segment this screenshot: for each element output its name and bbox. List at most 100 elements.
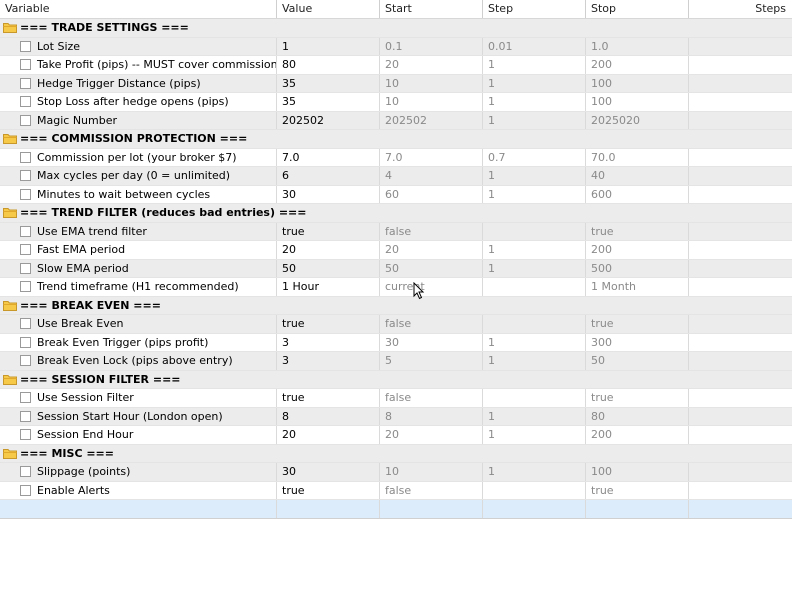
- parameter-stop[interactable]: true: [585, 315, 688, 333]
- parameter-row[interactable]: Session Start Hour (London open) 8 8 1 80: [0, 407, 792, 426]
- parameter-value[interactable]: 35: [276, 93, 379, 111]
- column-header-step[interactable]: Step: [482, 0, 585, 18]
- parameter-start[interactable]: 202502: [379, 111, 482, 129]
- group-row[interactable]: === BREAK EVEN ===: [0, 296, 792, 315]
- parameter-start[interactable]: 10: [379, 463, 482, 481]
- parameter-stop[interactable]: true: [585, 481, 688, 499]
- parameter-step[interactable]: 1: [482, 426, 585, 444]
- parameter-row[interactable]: Take Profit (pips) -- MUST cover commiss…: [0, 56, 792, 75]
- parameter-value[interactable]: true: [276, 315, 379, 333]
- parameter-step[interactable]: 1: [482, 167, 585, 185]
- parameter-value[interactable]: 20: [276, 426, 379, 444]
- parameter-stop[interactable]: true: [585, 389, 688, 407]
- parameter-start[interactable]: 5: [379, 352, 482, 370]
- parameter-row[interactable]: Trend timeframe (H1 recommended) 1 Hour cu…: [0, 278, 792, 297]
- parameter-row[interactable]: Minutes to wait between cycles 30 60 1 600: [0, 185, 792, 204]
- parameter-value[interactable]: 20: [276, 241, 379, 259]
- parameter-start[interactable]: false: [379, 222, 482, 240]
- parameter-stop[interactable]: 500: [585, 259, 688, 277]
- parameter-step[interactable]: 1: [482, 259, 585, 277]
- parameter-row[interactable]: Max cycles per day (0 = unlimited) 6 4 1 40: [0, 167, 792, 186]
- parameter-stop[interactable]: true: [585, 222, 688, 240]
- parameter-value[interactable]: 3: [276, 333, 379, 351]
- column-header-value[interactable]: Value: [276, 0, 379, 18]
- parameter-start[interactable]: 20: [379, 56, 482, 74]
- parameter-step[interactable]: 0.01: [482, 37, 585, 55]
- group-row[interactable]: === MISC ===: [0, 444, 792, 463]
- parameter-stop[interactable]: 40: [585, 167, 688, 185]
- parameter-step[interactable]: [482, 315, 585, 333]
- parameter-step[interactable]: 1: [482, 185, 585, 203]
- parameter-row[interactable]: Break Even Lock (pips above entry) 3 5 1 50: [0, 352, 792, 371]
- parameter-row[interactable]: Magic Number 202502 202502 1 2025020: [0, 111, 792, 130]
- parameter-value[interactable]: 1: [276, 37, 379, 55]
- parameter-stop[interactable]: 100: [585, 463, 688, 481]
- parameter-step[interactable]: 0.7: [482, 148, 585, 166]
- parameter-start[interactable]: 10: [379, 93, 482, 111]
- column-header-stop[interactable]: Stop: [585, 0, 688, 18]
- new-row-placeholder[interactable]: [0, 500, 792, 519]
- parameter-stop[interactable]: 300: [585, 333, 688, 351]
- column-header-variable[interactable]: Variable: [0, 0, 276, 18]
- parameter-step[interactable]: [482, 222, 585, 240]
- parameter-stop[interactable]: 100: [585, 93, 688, 111]
- parameter-row[interactable]: Use Break Even true false true: [0, 315, 792, 334]
- parameter-step[interactable]: 1: [482, 56, 585, 74]
- parameter-start[interactable]: false: [379, 315, 482, 333]
- parameter-step[interactable]: [482, 278, 585, 296]
- parameter-stop[interactable]: 80: [585, 407, 688, 425]
- parameter-row[interactable]: Hedge Trigger Distance (pips) 35 10 1 100: [0, 74, 792, 93]
- parameter-value[interactable]: 7.0: [276, 148, 379, 166]
- parameter-value[interactable]: 8: [276, 407, 379, 425]
- parameter-stop[interactable]: 200: [585, 426, 688, 444]
- group-row[interactable]: === COMMISSION PROTECTION ===: [0, 130, 792, 149]
- parameter-start[interactable]: 20: [379, 241, 482, 259]
- parameter-start[interactable]: 50: [379, 259, 482, 277]
- parameter-row[interactable]: Commission per lot (your broker $7) 7.0 7.…: [0, 148, 792, 167]
- parameter-value[interactable]: 6: [276, 167, 379, 185]
- parameter-start[interactable]: 7.0: [379, 148, 482, 166]
- parameter-row[interactable]: Fast EMA period 20 20 1 200: [0, 241, 792, 260]
- group-row[interactable]: === SESSION FILTER ===: [0, 370, 792, 389]
- parameter-step[interactable]: 1: [482, 241, 585, 259]
- parameter-step[interactable]: 1: [482, 407, 585, 425]
- parameter-start[interactable]: false: [379, 481, 482, 499]
- column-header-start[interactable]: Start: [379, 0, 482, 18]
- parameter-step[interactable]: 1: [482, 74, 585, 92]
- parameter-stop[interactable]: 2025020: [585, 111, 688, 129]
- parameter-value[interactable]: 80: [276, 56, 379, 74]
- parameter-row[interactable]: Slow EMA period 50 50 1 500: [0, 259, 792, 278]
- parameter-row[interactable]: Session End Hour 20 20 1 200: [0, 426, 792, 445]
- parameter-value[interactable]: 50: [276, 259, 379, 277]
- parameter-step[interactable]: [482, 389, 585, 407]
- parameter-start[interactable]: 0.1: [379, 37, 482, 55]
- parameter-start[interactable]: 4: [379, 167, 482, 185]
- group-row[interactable]: === TRADE SETTINGS ===: [0, 19, 792, 38]
- parameter-stop[interactable]: 1.0: [585, 37, 688, 55]
- column-header-steps[interactable]: Steps: [688, 0, 792, 18]
- parameter-row[interactable]: Use EMA trend filter true false true: [0, 222, 792, 241]
- parameter-row[interactable]: Use Session Filter true false true: [0, 389, 792, 408]
- parameter-start[interactable]: false: [379, 389, 482, 407]
- parameter-start[interactable]: 10: [379, 74, 482, 92]
- parameter-stop[interactable]: 200: [585, 241, 688, 259]
- parameter-start[interactable]: 30: [379, 333, 482, 351]
- parameter-row[interactable]: Lot Size 1 0.1 0.01 1.0: [0, 37, 792, 56]
- parameter-stop[interactable]: 1 Month: [585, 278, 688, 296]
- parameter-start[interactable]: 8: [379, 407, 482, 425]
- parameter-stop[interactable]: 600: [585, 185, 688, 203]
- parameter-stop[interactable]: 50: [585, 352, 688, 370]
- parameter-row[interactable]: Slippage (points) 30 10 1 100: [0, 463, 792, 482]
- parameter-step[interactable]: [482, 481, 585, 499]
- parameter-value[interactable]: 3: [276, 352, 379, 370]
- parameter-step[interactable]: 1: [482, 352, 585, 370]
- parameter-step[interactable]: 1: [482, 463, 585, 481]
- parameter-row[interactable]: Break Even Trigger (pips profit) 3 30 1 300: [0, 333, 792, 352]
- parameter-value[interactable]: 30: [276, 185, 379, 203]
- parameter-stop[interactable]: 100: [585, 74, 688, 92]
- parameter-value[interactable]: 1 Hour: [276, 278, 379, 296]
- parameter-value[interactable]: true: [276, 389, 379, 407]
- parameter-step[interactable]: 1: [482, 111, 585, 129]
- parameter-value[interactable]: true: [276, 481, 379, 499]
- parameter-value[interactable]: 202502: [276, 111, 379, 129]
